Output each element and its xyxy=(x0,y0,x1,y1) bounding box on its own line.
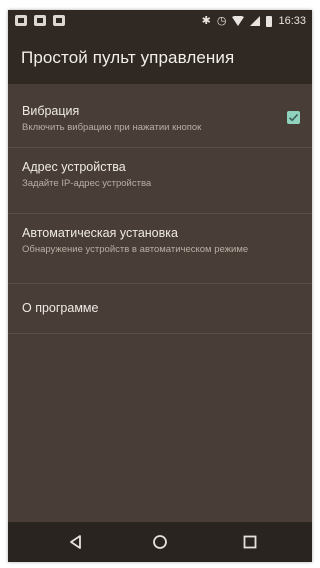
alarm-icon: ◷ xyxy=(216,15,227,27)
status-left-icons xyxy=(15,15,65,26)
home-button[interactable] xyxy=(150,532,170,552)
setting-device-address-summary: Задайте IP-адрес устройства xyxy=(22,178,152,189)
settings-list: Вибрация Включить вибрацию при нажатии к… xyxy=(8,84,312,334)
setting-auto-setup[interactable]: Автоматическая установка Обнаружение уст… xyxy=(8,214,312,284)
app-window: ✱ ◷ 16:33 Простой пульт управления Вибра… xyxy=(8,10,312,562)
mail-icon xyxy=(34,15,46,26)
signal-icon xyxy=(250,16,261,26)
setting-auto-setup-title: Автоматическая установка xyxy=(22,226,178,240)
setting-vibration-summary: Включить вибрацию при нажатии кнопок xyxy=(22,122,202,133)
status-time: 16:33 xyxy=(278,15,306,27)
back-button[interactable] xyxy=(66,532,86,552)
setting-vibration[interactable]: Вибрация Включить вибрацию при нажатии к… xyxy=(8,84,312,148)
media-icon xyxy=(53,15,65,26)
setting-about[interactable]: О программе xyxy=(8,284,312,334)
recents-button[interactable] xyxy=(240,532,260,552)
checkmark-icon xyxy=(288,113,299,122)
recents-icon xyxy=(243,535,257,549)
setting-about-title: О программе xyxy=(22,301,99,315)
navigation-bar xyxy=(8,522,312,562)
notification-icon xyxy=(15,15,27,26)
phone-screen: ✱ ◷ 16:33 Простой пульт управления Вибра… xyxy=(0,0,320,568)
home-icon xyxy=(153,535,167,549)
app-toolbar: Простой пульт управления xyxy=(8,34,312,84)
page-title: Простой пульт управления xyxy=(21,48,235,67)
bluetooth-icon: ✱ xyxy=(201,15,211,27)
setting-device-address-title: Адрес устройства xyxy=(22,160,126,174)
back-icon xyxy=(70,535,81,549)
battery-icon xyxy=(266,15,273,27)
setting-vibration-title: Вибрация xyxy=(22,104,80,118)
status-bar: ✱ ◷ 16:33 xyxy=(8,10,312,34)
setting-auto-setup-summary: Обнаружение устройств в автоматическом р… xyxy=(22,244,249,255)
setting-device-address[interactable]: Адрес устройства Задайте IP-адрес устрой… xyxy=(8,148,312,214)
vibration-checkbox[interactable] xyxy=(287,111,300,124)
wifi-icon xyxy=(232,16,245,26)
status-right-icons: ✱ ◷ 16:33 xyxy=(202,14,306,28)
